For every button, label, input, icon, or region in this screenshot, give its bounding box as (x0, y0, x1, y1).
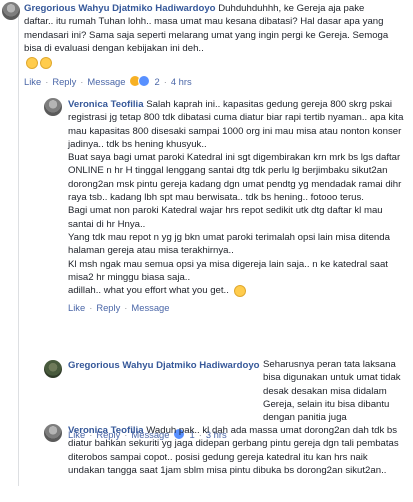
message-link[interactable]: Message (131, 302, 169, 313)
avatar[interactable] (44, 98, 62, 116)
comment-actions: Like · Reply · Message (68, 301, 170, 313)
like-reaction-icon (138, 75, 151, 88)
comment-text: Gregorious Wahyu Djatmiko Hadiwardoyo Du… (24, 3, 389, 54)
comment-author[interactable]: Veronica Teofilia (68, 425, 144, 436)
like-link[interactable]: Like (68, 302, 85, 313)
reply-link[interactable]: Reply (96, 302, 120, 313)
message-link[interactable]: Message (87, 76, 125, 87)
comment-text: Veronica Teofilia Salah kaprah ini.. kap… (68, 99, 404, 297)
comment-text: Veronica Teofilia Waduh pak.. kl dah ada… (68, 425, 399, 476)
thinking-emoji-icon (26, 57, 38, 70)
timestamp[interactable]: 4 hrs (171, 76, 192, 87)
comment-author[interactable]: Veronica Teofilia (68, 99, 144, 110)
reaction-count[interactable]: 2 (154, 76, 159, 87)
avatar[interactable] (44, 424, 62, 442)
reply-link[interactable]: Reply (52, 76, 76, 87)
comment-author[interactable]: Gregorious Wahyu Djatmiko Hadiwardoyo (24, 3, 216, 14)
emoji-row (24, 57, 396, 71)
reactions[interactable] (129, 75, 151, 88)
avatar[interactable] (2, 2, 20, 20)
sad-emoji-icon (40, 57, 52, 70)
smile-emoji-icon (233, 284, 246, 297)
like-link[interactable]: Like (24, 76, 41, 87)
avatar[interactable] (44, 360, 62, 378)
comment-actions: Like · Reply · Message 2 · 4 hrs (24, 75, 192, 88)
thread-line (18, 16, 19, 486)
